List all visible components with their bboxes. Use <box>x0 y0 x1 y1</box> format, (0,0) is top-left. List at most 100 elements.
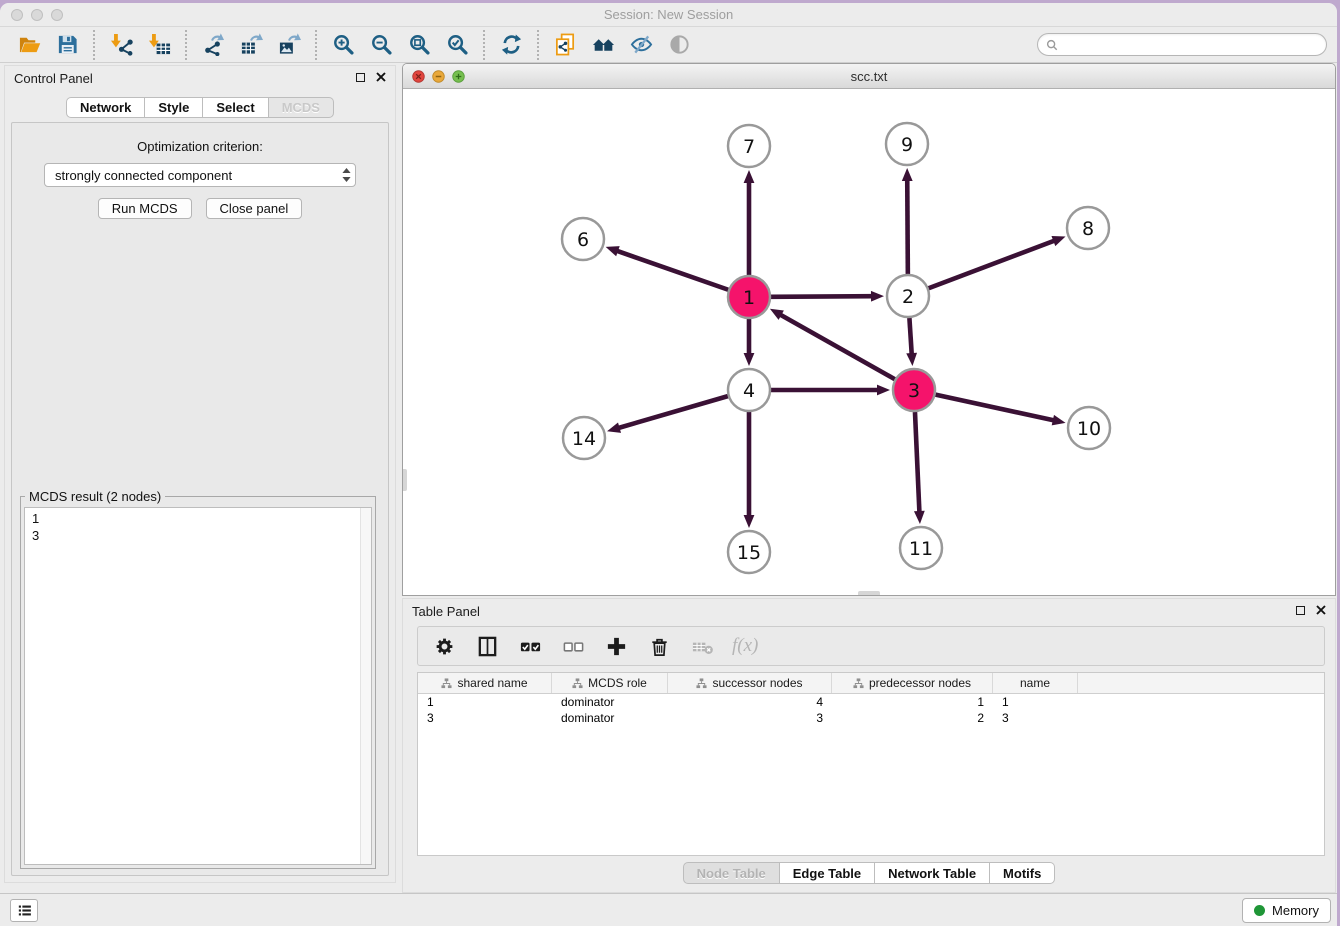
cell-mcds-role[interactable]: dominator <box>552 694 668 710</box>
network-canvas[interactable]: 7968124314101511 <box>403 89 1335 595</box>
show-column-panel-button[interactable] <box>474 633 500 659</box>
tab-style[interactable]: Style <box>145 97 203 118</box>
table-options-button[interactable] <box>431 633 457 659</box>
delete-table-button[interactable] <box>689 633 715 659</box>
column-header-successor-nodes[interactable]: successor nodes <box>668 673 832 693</box>
graph-edge-4-14[interactable] <box>617 396 728 428</box>
node-table[interactable]: shared nameMCDS rolesuccessor nodesprede… <box>417 672 1325 856</box>
close-view-icon[interactable] <box>412 70 425 83</box>
tab-motifs[interactable]: Motifs <box>990 862 1055 884</box>
graph-node-label: 2 <box>902 286 914 308</box>
run-mcds-button[interactable]: Run MCDS <box>98 198 192 219</box>
select-all-columns-button[interactable] <box>517 633 543 659</box>
export-network-button[interactable] <box>200 32 226 58</box>
open-folder-icon <box>18 33 41 56</box>
zoom-fit-button[interactable] <box>406 32 432 58</box>
eye-slash-icon <box>630 33 653 56</box>
create-column-button[interactable] <box>603 633 629 659</box>
delete-column-button[interactable] <box>646 633 672 659</box>
export-image-button[interactable] <box>276 32 302 58</box>
cell-predecessor-nodes[interactable]: 1 <box>832 694 993 710</box>
cell-successor-nodes[interactable]: 3 <box>668 710 832 726</box>
graph-edge-3-11[interactable] <box>915 412 920 514</box>
zoom-out-button[interactable] <box>368 32 394 58</box>
zoom-out-icon <box>370 33 393 56</box>
result-scrollbar[interactable] <box>360 508 371 864</box>
tab-network[interactable]: Network <box>66 97 145 118</box>
export-table-button[interactable] <box>238 32 264 58</box>
hierarchy-icon <box>441 678 452 689</box>
graph-edge-2-8[interactable] <box>929 240 1057 288</box>
graph-node-label: 9 <box>901 134 913 156</box>
toolbar-divider <box>93 30 95 60</box>
column-header-predecessor-nodes[interactable]: predecessor nodes <box>832 673 993 693</box>
close-panel-icon[interactable] <box>1316 605 1326 615</box>
table-row[interactable]: 1dominator411 <box>418 694 1324 710</box>
search-input[interactable] <box>1063 37 1319 52</box>
maximize-view-icon[interactable] <box>452 70 465 83</box>
task-history-button[interactable] <box>10 899 38 922</box>
close-panel-button[interactable]: Close panel <box>206 198 303 219</box>
graph-node-label: 15 <box>737 542 761 564</box>
save-session-button[interactable] <box>54 32 80 58</box>
graph-edge-3-1[interactable] <box>779 314 895 380</box>
minimize-window-icon[interactable] <box>31 9 43 21</box>
close-panel-icon[interactable] <box>376 72 386 82</box>
show-graphics-details-button[interactable] <box>666 32 692 58</box>
tab-select[interactable]: Select <box>203 97 268 118</box>
splitter-handle-horizontal[interactable] <box>858 591 880 595</box>
tab-network-table[interactable]: Network Table <box>875 862 990 884</box>
float-panel-icon[interactable] <box>1296 606 1305 615</box>
splitter-handle-vertical[interactable] <box>403 469 407 491</box>
cell-mcds-role[interactable]: dominator <box>552 710 668 726</box>
graph-edge-1-2[interactable] <box>771 296 874 297</box>
zoom-selected-button[interactable] <box>444 32 470 58</box>
graph-edge-1-6[interactable] <box>615 250 728 290</box>
zoom-in-button[interactable] <box>330 32 356 58</box>
cell-shared-name[interactable]: 1 <box>418 694 552 710</box>
memory-status-icon <box>1254 905 1265 916</box>
import-table-button[interactable] <box>146 32 172 58</box>
cell-shared-name[interactable]: 3 <box>418 710 552 726</box>
search-field[interactable] <box>1037 33 1327 56</box>
unselect-all-columns-button[interactable] <box>560 633 586 659</box>
arrowhead-icon <box>744 170 755 183</box>
table-row[interactable]: 3dominator323 <box>418 710 1324 726</box>
open-session-button[interactable] <box>16 32 42 58</box>
mcds-result-title: MCDS result (2 nodes) <box>25 489 165 504</box>
minimize-view-icon[interactable] <box>432 70 445 83</box>
column-header-mcds-role[interactable]: MCDS role <box>552 673 668 693</box>
delete-table-icon <box>691 635 714 658</box>
toolbar-divider <box>537 30 539 60</box>
graph-edge-2-3[interactable] <box>909 318 911 356</box>
arrowhead-icon <box>744 515 755 528</box>
graph-edge-3-10[interactable] <box>935 395 1055 421</box>
cell-name[interactable]: 1 <box>993 694 1078 710</box>
function-builder-button[interactable]: f(x) <box>732 635 758 657</box>
graph-node-label: 10 <box>1077 418 1101 440</box>
zoom-window-icon[interactable] <box>51 9 63 21</box>
import-network-button[interactable] <box>108 32 134 58</box>
eye-disabled-icon <box>668 33 691 56</box>
show-all-networks-button[interactable] <box>590 32 616 58</box>
mcds-result-text: 1 3 <box>25 508 371 546</box>
hide-selected-button[interactable] <box>628 32 654 58</box>
cell-predecessor-nodes[interactable]: 2 <box>832 710 993 726</box>
graph-edge-2-9[interactable] <box>907 178 908 274</box>
column-header-shared-name[interactable]: shared name <box>418 673 552 693</box>
tab-mcds[interactable]: MCDS <box>269 97 334 118</box>
memory-button[interactable]: Memory <box>1242 898 1331 923</box>
mcds-result-area[interactable]: 1 3 <box>24 507 372 865</box>
duplicate-network-button[interactable] <box>552 32 578 58</box>
close-window-icon[interactable] <box>11 9 23 21</box>
refresh-button[interactable] <box>498 32 524 58</box>
hierarchy-icon <box>853 678 864 689</box>
float-panel-icon[interactable] <box>356 73 365 82</box>
tab-edge-table[interactable]: Edge Table <box>780 862 875 884</box>
column-header-name[interactable]: name <box>993 673 1078 693</box>
criterion-dropdown[interactable]: strongly connected component <box>44 163 356 187</box>
cell-name[interactable]: 3 <box>993 710 1078 726</box>
cell-successor-nodes[interactable]: 4 <box>668 694 832 710</box>
tab-node-table[interactable]: Node Table <box>683 862 780 884</box>
table-body: 1dominator4113dominator323 <box>418 694 1324 726</box>
